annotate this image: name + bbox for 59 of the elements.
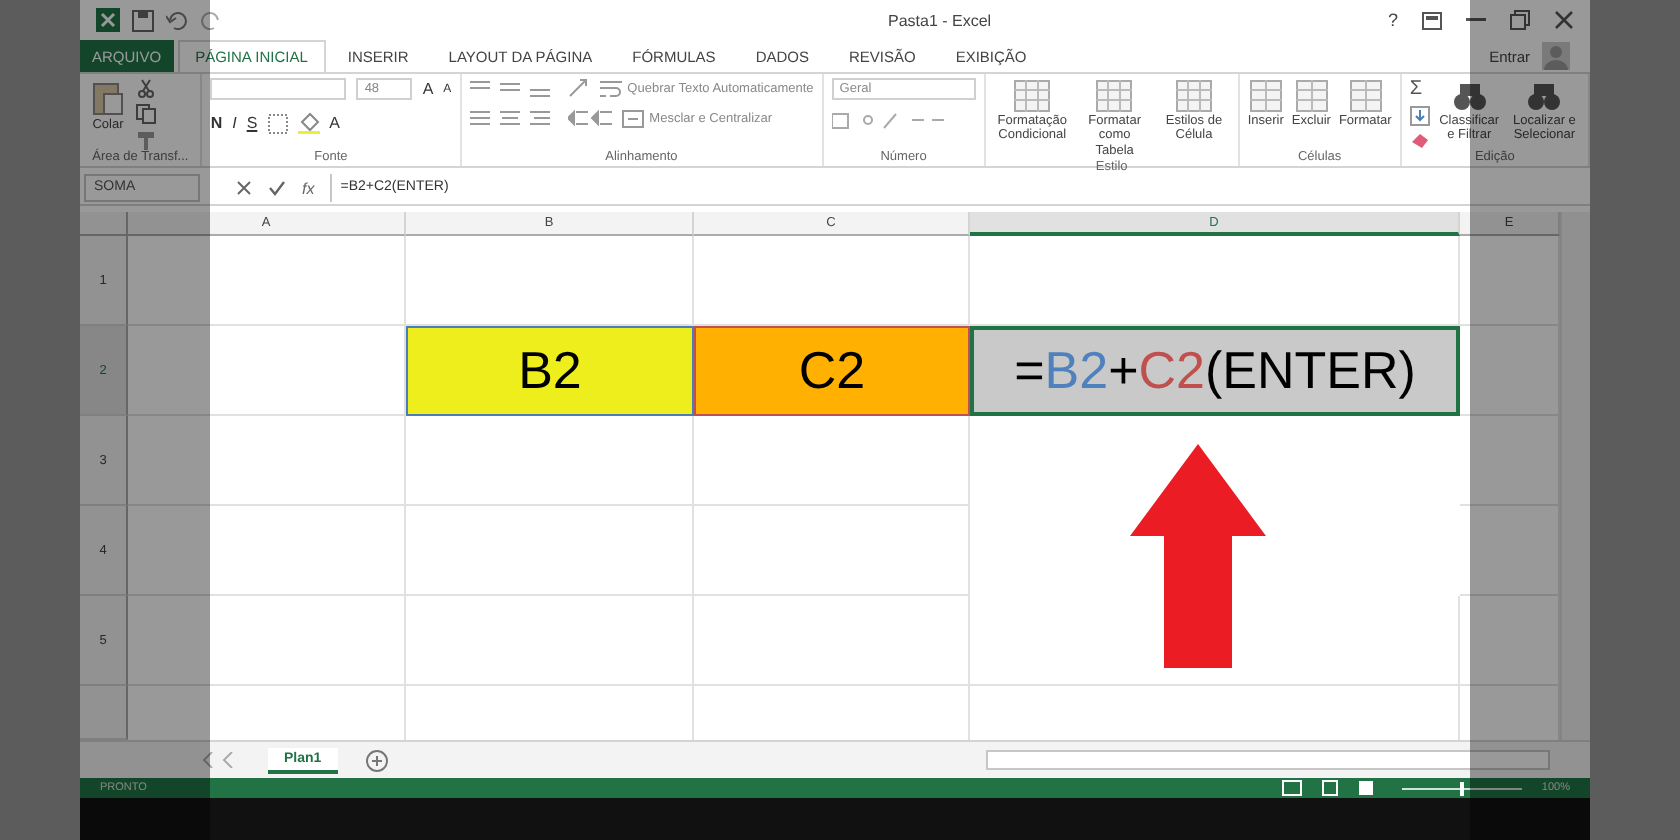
spreadsheet-cell[interactable] xyxy=(406,416,694,506)
spreadsheet-cell[interactable]: B2 xyxy=(406,326,694,416)
bold-button[interactable]: N xyxy=(210,114,223,132)
select-all-corner[interactable] xyxy=(80,212,128,236)
spreadsheet-cell[interactable] xyxy=(128,596,406,686)
table-grid-icon xyxy=(1176,80,1212,112)
spreadsheet-cell[interactable] xyxy=(694,596,970,686)
spreadsheet-cell[interactable] xyxy=(694,416,970,506)
spreadsheet-cell[interactable]: =B2+C2(ENTER) xyxy=(970,326,1460,416)
row-header[interactable] xyxy=(80,686,128,740)
undo-icon[interactable] xyxy=(166,9,188,31)
spreadsheet-cell[interactable] xyxy=(128,506,406,596)
merge-cells-icon xyxy=(621,110,644,128)
check-icon[interactable] xyxy=(268,180,286,196)
close-icon[interactable] xyxy=(1554,10,1574,30)
spreadsheet-cell[interactable] xyxy=(694,506,970,596)
grow-font-button[interactable]: A xyxy=(422,80,434,98)
save-icon[interactable] xyxy=(132,9,154,31)
italic-button[interactable]: I xyxy=(232,114,237,132)
clipboard-icon xyxy=(92,80,124,116)
orientation-icon[interactable] xyxy=(567,78,590,98)
insert-function-button[interactable]: fx xyxy=(302,179,315,197)
fill-down-icon[interactable] xyxy=(1409,106,1430,126)
spreadsheet-cell[interactable] xyxy=(406,506,694,596)
underline-button[interactable]: S xyxy=(246,114,258,132)
redo-icon[interactable] xyxy=(200,9,222,31)
horizontal-scrollbar[interactable] xyxy=(986,750,1550,770)
autosum-button[interactable]: Σ xyxy=(1409,78,1430,100)
cells-grid-icon xyxy=(1349,80,1382,112)
brush-icon[interactable] xyxy=(136,130,156,150)
copy-icon[interactable] xyxy=(136,104,156,124)
indent-icon[interactable] xyxy=(567,110,612,128)
cells-grid-icon xyxy=(1249,80,1282,112)
scissors-icon[interactable] xyxy=(136,78,156,98)
spreadsheet-cell[interactable] xyxy=(128,416,406,506)
table-grid-icon xyxy=(1096,80,1133,112)
font-color-button[interactable]: A xyxy=(329,114,341,132)
restore-icon[interactable] xyxy=(1510,10,1530,30)
window-title: Pasta1 - Excel xyxy=(886,11,994,29)
spreadsheet-cell[interactable]: C2 xyxy=(694,326,970,416)
zoom-slider-thumb[interactable] xyxy=(1459,781,1464,795)
font-name-field[interactable] xyxy=(210,78,347,100)
binoculars-icon xyxy=(1453,80,1486,112)
vertical-scrollbar[interactable] xyxy=(1560,212,1590,740)
table-grid-icon xyxy=(1014,80,1051,112)
wrap-text-icon xyxy=(599,79,622,97)
spreadsheet-cell[interactable] xyxy=(406,596,694,686)
spreadsheet-cell[interactable] xyxy=(128,236,406,326)
eraser-icon[interactable] xyxy=(1409,132,1430,148)
excel-logo-icon xyxy=(96,8,120,32)
fill-bucket-icon[interactable] xyxy=(297,112,320,134)
borders-icon[interactable] xyxy=(267,113,288,133)
cells-grid-icon xyxy=(1295,80,1328,112)
add-sheet-icon[interactable] xyxy=(365,749,388,771)
binoculars-icon xyxy=(1528,80,1561,112)
ribbon-display-icon[interactable] xyxy=(1422,11,1442,29)
help-button[interactable]: ? xyxy=(1387,10,1398,30)
minimize-icon[interactable] xyxy=(1466,18,1486,22)
cancel-icon[interactable] xyxy=(236,180,252,196)
